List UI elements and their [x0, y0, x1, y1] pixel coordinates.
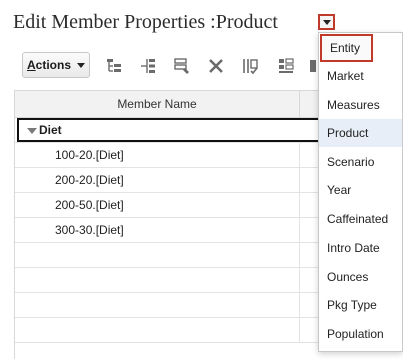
table-row-empty	[15, 268, 335, 293]
column-header-member-name[interactable]: Member Name	[15, 91, 300, 117]
dropdown-option-intro-date[interactable]: Intro Date	[319, 234, 402, 262]
table-row[interactable]: 100-20.[Diet]	[15, 143, 335, 168]
dropdown-option-entity[interactable]: Entity	[320, 34, 373, 62]
dropdown-option-product[interactable]: Product	[319, 119, 402, 147]
member-name-cell[interactable]: 100-20.[Diet]	[55, 143, 124, 167]
validate-icon[interactable]	[240, 56, 260, 76]
dropdown-option-population[interactable]: Population	[319, 320, 402, 348]
delete-icon[interactable]	[206, 56, 226, 76]
add-child-icon[interactable]	[104, 56, 124, 76]
dropdown-option-year[interactable]: Year	[319, 176, 402, 204]
dropdown-option-measures[interactable]: Measures	[319, 91, 402, 119]
dropdown-option-caffeinated[interactable]: Caffeinated	[319, 205, 402, 233]
dropdown-option-scenario[interactable]: Scenario	[319, 148, 402, 176]
member-name-cell[interactable]: 200-50.[Diet]	[55, 193, 124, 217]
dimension-dropdown-list: Entity Market Measures Product Scenario …	[318, 32, 403, 352]
table-row-empty	[15, 318, 335, 343]
table-row[interactable]: 200-20.[Diet]	[15, 168, 335, 193]
table-header: Member Name	[15, 90, 335, 118]
member-name-cell[interactable]: Diet	[17, 118, 333, 142]
table-row[interactable]: 200-50.[Diet]	[15, 193, 335, 218]
member-name-cell[interactable]: 300-30.[Diet]	[55, 218, 124, 242]
actions-label: Actions	[26, 58, 71, 72]
table-row[interactable]: Diet	[15, 118, 335, 143]
dropdown-option-market[interactable]: Market	[319, 62, 402, 90]
more-icon[interactable]	[308, 56, 318, 76]
member-table: Member Name Diet 100-20.[Diet] 200-20.[D…	[14, 90, 335, 359]
chevron-down-icon	[322, 19, 331, 25]
page-title: Edit Member Properties :Product	[13, 11, 278, 33]
collapse-triangle-icon[interactable]	[27, 128, 37, 134]
member-name-cell[interactable]: 200-20.[Diet]	[55, 168, 124, 192]
dropdown-option-ounces[interactable]: Ounces	[319, 263, 402, 291]
member-name: Diet	[39, 123, 62, 137]
edit-properties-icon[interactable]	[172, 56, 192, 76]
dropdown-option-pkg-type[interactable]: Pkg Type	[319, 291, 402, 319]
caret-down-icon	[77, 62, 85, 68]
add-sibling-icon[interactable]	[138, 56, 158, 76]
view-icon[interactable]	[276, 56, 296, 76]
dimension-dropdown-button[interactable]	[318, 14, 335, 30]
table-row-empty	[15, 293, 335, 318]
table-row-empty	[15, 243, 335, 268]
table-row[interactable]: 300-30.[Diet]	[15, 218, 335, 243]
actions-menu-button[interactable]: Actions	[22, 52, 90, 78]
